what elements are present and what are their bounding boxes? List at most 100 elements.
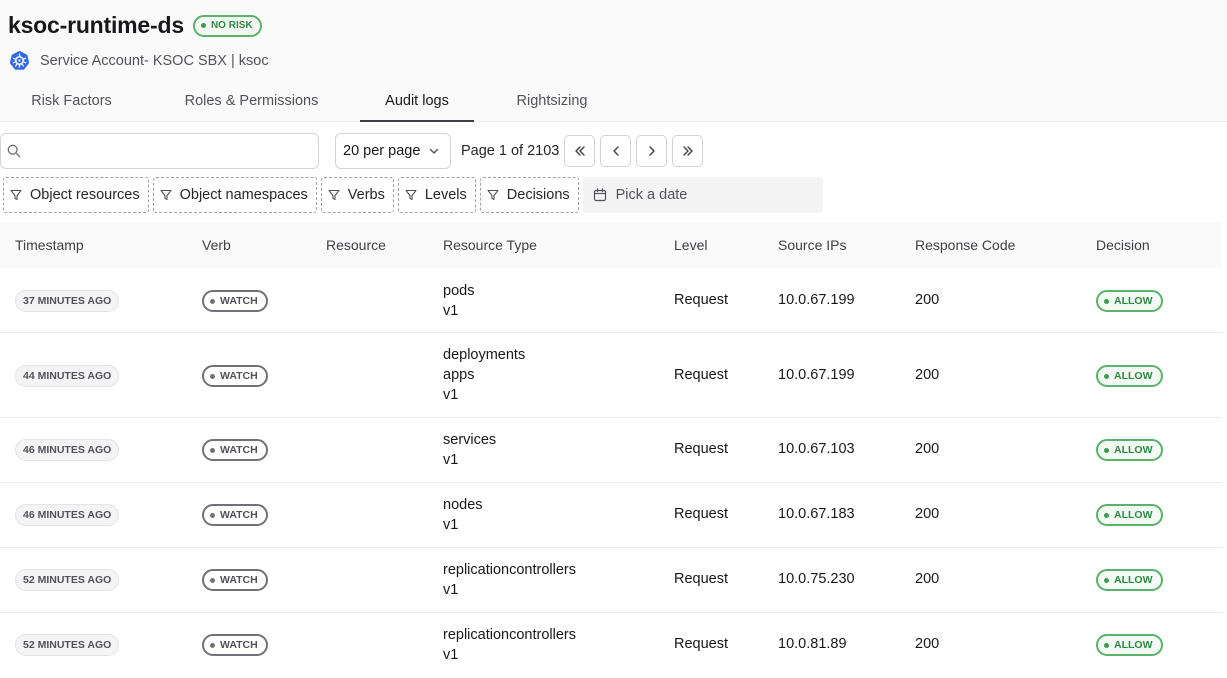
filter-object-namespaces[interactable]: Object namespaces: [152, 177, 317, 213]
chevrons-right-icon: [683, 146, 693, 156]
decision-badge: ALLOW: [1096, 569, 1163, 591]
column-header-timestamp[interactable]: Timestamp: [15, 237, 84, 253]
resource-type-line: v1: [443, 387, 459, 403]
search-icon: [7, 144, 21, 158]
tab-risk-factors[interactable]: Risk Factors: [0, 82, 143, 122]
next-page-button[interactable]: [636, 135, 668, 167]
filter-icon: [487, 189, 499, 201]
verb-badge: WATCH: [202, 365, 268, 387]
filter-label: Object namespaces: [179, 187, 308, 203]
decision-label: ALLOW: [1114, 444, 1153, 456]
response-code-cell: 200: [915, 292, 940, 308]
status-dot-icon: [210, 447, 215, 453]
level-cell: Request: [674, 506, 729, 522]
column-header-response-code[interactable]: Response Code: [915, 237, 1015, 253]
page-info: Page 1 of 2103: [461, 143, 560, 159]
level-cell: Request: [674, 571, 729, 587]
table-row[interactable]: 46 MINUTES AGO WATCH nodes v1 Request 10…: [0, 483, 1222, 548]
resource-type-line: replicationcontrollers: [443, 562, 576, 578]
status-dot-icon: [210, 512, 215, 518]
timestamp-badge: 44 MINUTES AGO: [15, 365, 120, 387]
verb-label: WATCH: [220, 295, 258, 307]
source-ip-cell: 10.0.67.183: [778, 506, 855, 522]
resource-type-line: apps: [443, 367, 475, 383]
resource-type-cell: pods v1: [443, 281, 474, 321]
decision-badge: ALLOW: [1096, 365, 1163, 387]
source-ip-cell: 10.0.67.199: [778, 292, 855, 308]
response-code-cell: 200: [915, 571, 940, 587]
resource-type-cell: replicationcontrollers v1: [443, 625, 576, 665]
status-dot-icon: [1104, 373, 1109, 379]
decision-label: ALLOW: [1114, 509, 1153, 521]
resource-type-line: v1: [443, 647, 459, 663]
filter-label: Decisions: [506, 187, 570, 203]
verb-badge: WATCH: [202, 439, 268, 461]
date-picker-label: Pick a date: [615, 187, 688, 203]
column-header-decision[interactable]: Decision: [1096, 237, 1150, 253]
calendar-icon: [593, 188, 606, 202]
filter-verbs[interactable]: Verbs: [320, 177, 394, 213]
filter-decisions[interactable]: Decisions: [479, 177, 579, 213]
column-header-resource[interactable]: Resource: [326, 237, 386, 253]
last-page-button[interactable]: [672, 135, 704, 167]
verb-label: WATCH: [220, 444, 258, 456]
source-ip-cell: 10.0.75.230: [778, 571, 855, 587]
level-cell: Request: [674, 367, 729, 383]
table-row[interactable]: 44 MINUTES AGO WATCH deployments apps v1…: [0, 333, 1222, 418]
level-cell: Request: [674, 292, 729, 308]
tab-rightsizing[interactable]: Rightsizing: [474, 82, 630, 122]
filter-label: Verbs: [347, 187, 385, 203]
level-cell: Request: [674, 441, 729, 457]
filter-icon: [328, 189, 340, 201]
column-header-source-ips[interactable]: Source IPs: [778, 237, 846, 253]
resource-type-line: v1: [443, 303, 459, 319]
table-row[interactable]: 46 MINUTES AGO WATCH services v1 Request…: [0, 418, 1222, 483]
date-picker[interactable]: Pick a date: [582, 177, 823, 213]
status-dot-icon: [1104, 447, 1109, 453]
verb-label: WATCH: [220, 574, 258, 586]
table-row[interactable]: 52 MINUTES AGO WATCH replicationcontroll…: [0, 613, 1222, 678]
verb-badge: WATCH: [202, 290, 268, 312]
subtitle-row: Service Account- KSOC SBX | ksoc: [9, 50, 269, 71]
column-header-verb[interactable]: Verb: [202, 237, 231, 253]
source-ip-cell: 10.0.67.103: [778, 441, 855, 457]
filter-levels[interactable]: Levels: [397, 177, 476, 213]
prev-page-button[interactable]: [600, 135, 632, 167]
per-page-select[interactable]: 20 per page: [335, 133, 451, 169]
decision-label: ALLOW: [1114, 295, 1153, 307]
verb-badge: WATCH: [202, 569, 268, 591]
chevron-left-icon: [613, 146, 619, 156]
verb-label: WATCH: [220, 639, 258, 651]
status-dot-icon: [1104, 577, 1109, 583]
decision-badge: ALLOW: [1096, 439, 1163, 461]
tab-bar: Risk Factors Roles & Permissions Audit l…: [0, 82, 630, 122]
column-header-level[interactable]: Level: [674, 237, 707, 253]
toolbar: 20 per page Page 1 of 2103: [0, 133, 704, 169]
column-header-resource-type[interactable]: Resource Type: [443, 237, 537, 253]
first-page-button[interactable]: [564, 135, 596, 167]
table-row[interactable]: 52 MINUTES AGO WATCH replicationcontroll…: [0, 548, 1222, 613]
page-subtitle: Service Account- KSOC SBX | ksoc: [40, 52, 269, 69]
resource-type-line: services: [443, 432, 497, 448]
response-code-cell: 200: [915, 506, 940, 522]
search-input[interactable]: [27, 143, 307, 159]
table-row[interactable]: 37 MINUTES AGO WATCH pods v1 Request 10.…: [0, 268, 1222, 333]
page-header: ksoc-runtime-ds NO RISK Service Account-…: [0, 0, 1227, 122]
filter-label: Levels: [424, 187, 467, 203]
resource-type-line: replicationcontrollers: [443, 627, 576, 643]
status-dot-icon: [210, 298, 215, 304]
verb-badge: WATCH: [202, 634, 268, 656]
timestamp-badge: 37 MINUTES AGO: [15, 290, 120, 312]
filter-icon: [405, 189, 417, 201]
per-page-value: 20 per page: [343, 143, 421, 159]
tab-roles-permissions[interactable]: Roles & Permissions: [143, 82, 360, 122]
resource-type-line: nodes: [443, 497, 483, 513]
filter-object-resources[interactable]: Object resources: [3, 177, 149, 213]
resource-type-cell: replicationcontrollers v1: [443, 560, 576, 600]
search-box[interactable]: [0, 133, 319, 169]
status-dot-icon: [1104, 298, 1109, 304]
status-dot-icon: [200, 23, 206, 28]
resource-type-line: pods: [443, 283, 475, 299]
tab-audit-logs[interactable]: Audit logs: [360, 82, 474, 122]
risk-badge-label: NO RISK: [210, 20, 253, 31]
